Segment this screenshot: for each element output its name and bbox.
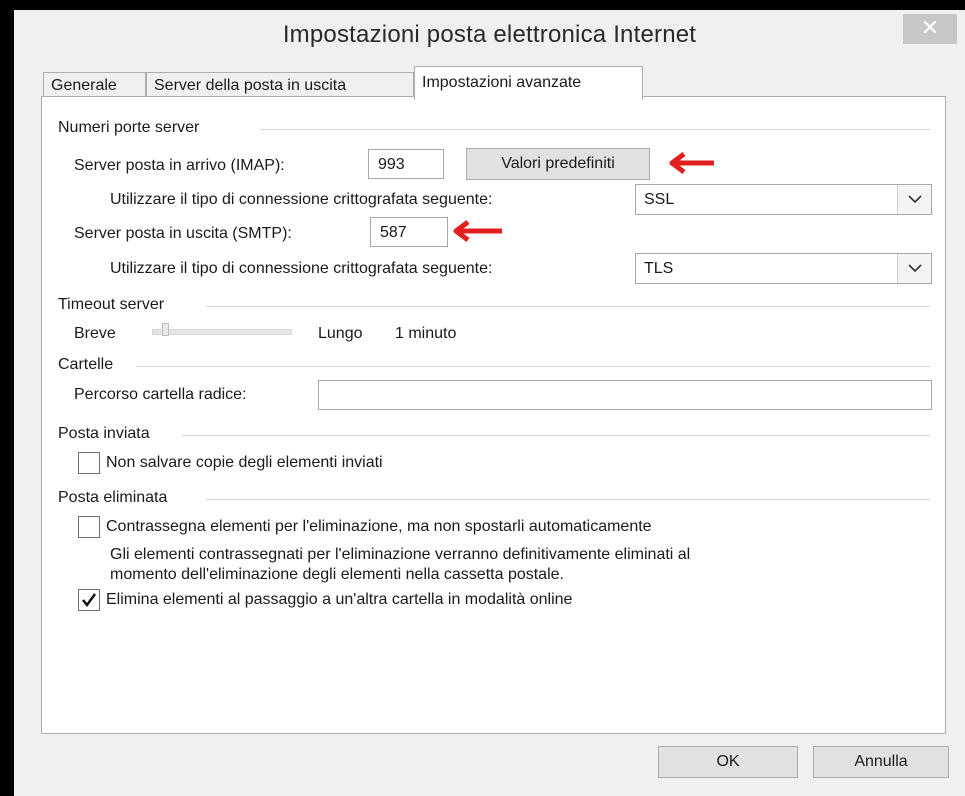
red-arrow-annotation: [453, 220, 502, 242]
deletion-note-line2: momento dell'eliminazione degli elementi…: [110, 566, 564, 583]
section-divider: [206, 499, 930, 500]
outgoing-encryption-select[interactable]: TLS: [635, 253, 932, 284]
root-folder-label: Percorso cartella radice:: [74, 386, 247, 403]
close-icon: ✕: [920, 15, 940, 40]
chevron-down-icon: [897, 185, 931, 214]
internet-email-settings-dialog: Impostazioni posta elettronica Internet …: [14, 10, 965, 796]
mark-for-deletion-label[interactable]: Contrassegna elementi per l'eliminazione…: [106, 518, 652, 536]
incoming-port-input[interactable]: 993: [368, 149, 444, 179]
section-divider: [260, 129, 930, 130]
outgoing-port-label: Server posta in uscita (SMTP):: [74, 225, 292, 242]
tab-advanced-settings[interactable]: Impostazioni avanzate: [414, 66, 643, 100]
timeout-slider-track[interactable]: [152, 329, 292, 335]
tab-general[interactable]: Generale: [43, 72, 146, 98]
checkmark-icon: [82, 593, 96, 607]
red-arrow-annotation: [669, 152, 714, 174]
section-title-sent: Posta inviata: [58, 425, 150, 442]
outgoing-encryption-label: Utilizzare il tipo di connessione critto…: [110, 260, 493, 277]
section-divider: [182, 435, 930, 436]
restore-defaults-button[interactable]: Valori predefiniti: [466, 148, 650, 180]
outgoing-port-input[interactable]: 587: [370, 217, 448, 247]
incoming-encryption-value: SSL: [644, 191, 675, 208]
no-sent-copies-label[interactable]: Non salvare copie degli elementi inviati: [106, 454, 383, 472]
root-folder-input[interactable]: [318, 380, 932, 410]
incoming-encryption-select[interactable]: SSL: [635, 184, 932, 215]
section-title-ports: Numeri porte server: [58, 119, 200, 136]
section-title-deleted: Posta eliminata: [58, 489, 168, 506]
ok-button[interactable]: OK: [658, 746, 798, 778]
tab-outgoing-server[interactable]: Server della posta in uscita: [146, 72, 414, 98]
timeout-value: 1 minuto: [395, 325, 457, 342]
close-button[interactable]: ✕: [903, 14, 957, 44]
section-title-folders: Cartelle: [58, 356, 114, 373]
dialog-title: Impostazioni posta elettronica Internet: [282, 21, 697, 48]
incoming-port-label: Server posta in arrivo (IMAP):: [74, 157, 285, 174]
title-bar: Impostazioni posta elettronica Internet …: [14, 10, 965, 60]
advanced-settings-panel: Numeri porte server Server posta in arri…: [41, 96, 946, 734]
tab-general-label: Generale: [51, 77, 117, 94]
no-sent-copies-checkbox[interactable]: [78, 452, 100, 474]
timeout-long-label: Lungo: [318, 325, 363, 342]
tab-outgoing-server-label: Server della posta in uscita: [154, 77, 347, 94]
mark-for-deletion-checkbox[interactable]: [78, 516, 100, 538]
timeout-short-label: Breve: [74, 325, 116, 342]
timeout-slider-thumb[interactable]: [162, 323, 169, 336]
cancel-button[interactable]: Annulla: [813, 746, 949, 778]
tab-advanced-settings-label: Impostazioni avanzate: [422, 74, 582, 91]
purge-on-switch-label[interactable]: Elimina elementi al passaggio a un'altra…: [106, 591, 572, 609]
deletion-note-line1: Gli elementi contrassegnati per l'elimin…: [110, 546, 691, 563]
outgoing-encryption-value: TLS: [644, 260, 674, 277]
chevron-down-icon: [897, 254, 931, 283]
purge-on-switch-checkbox[interactable]: [78, 589, 100, 611]
section-divider: [206, 306, 930, 307]
section-divider: [136, 366, 930, 367]
section-title-timeout: Timeout server: [58, 296, 165, 313]
incoming-encryption-label: Utilizzare il tipo di connessione critto…: [110, 191, 493, 208]
